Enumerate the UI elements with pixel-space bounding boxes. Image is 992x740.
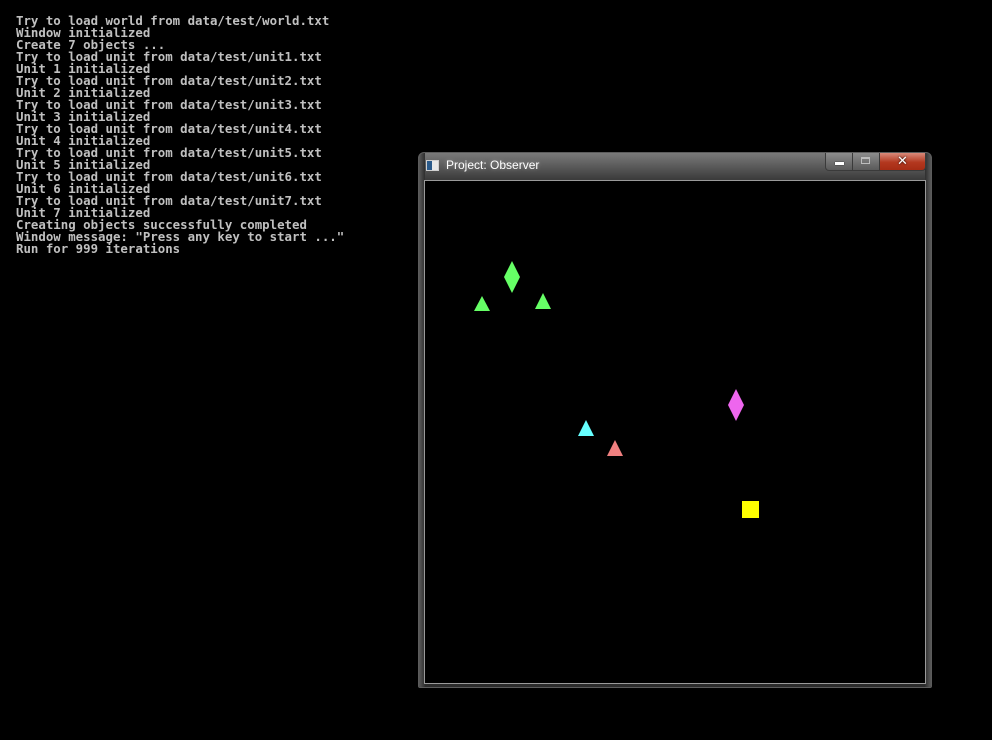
minimize-icon bbox=[835, 162, 844, 165]
console-output: Try to load world from data/test/world.t… bbox=[16, 14, 344, 256]
unit-yellow-square bbox=[742, 501, 759, 518]
unit-red-triangle bbox=[607, 440, 623, 456]
window-title: Project: Observer bbox=[446, 158, 540, 172]
console-app-icon[interactable] bbox=[426, 160, 439, 171]
world-canvas bbox=[474, 261, 759, 518]
minimize-button[interactable] bbox=[825, 153, 853, 171]
maximize-icon bbox=[861, 157, 870, 164]
world-canvas-area[interactable] bbox=[424, 180, 926, 684]
unit-green-triangle-right bbox=[535, 293, 551, 309]
title-bar[interactable]: Project: Observer ✕ bbox=[419, 153, 931, 179]
observer-window[interactable]: Project: Observer ✕ bbox=[418, 152, 932, 688]
unit-cyan-triangle bbox=[578, 420, 594, 436]
caption-buttons: ✕ bbox=[825, 153, 926, 172]
unit-green-diamond bbox=[504, 261, 520, 293]
close-button[interactable]: ✕ bbox=[880, 153, 926, 171]
close-icon: ✕ bbox=[897, 154, 908, 169]
unit-green-triangle-left bbox=[474, 296, 490, 311]
unit-magenta-diamond bbox=[728, 389, 744, 421]
console-line: Run for 999 iterations bbox=[16, 241, 181, 256]
maximize-button[interactable] bbox=[853, 153, 880, 171]
